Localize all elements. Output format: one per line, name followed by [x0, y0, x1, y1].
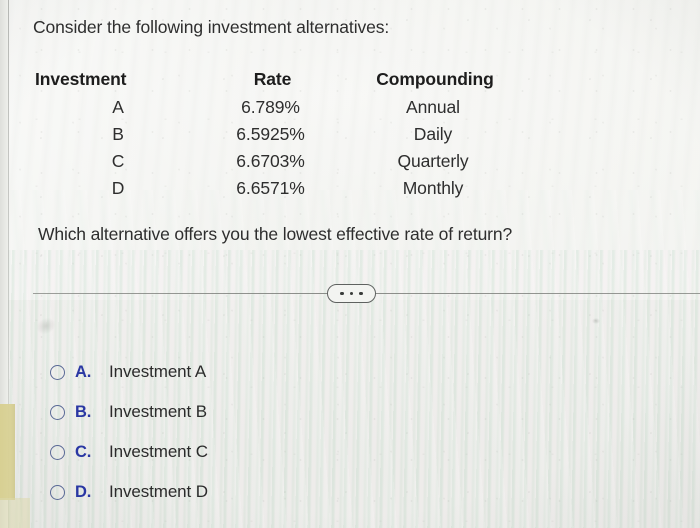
option-d[interactable]: D. Investment D — [50, 472, 208, 512]
option-letter: C. — [75, 442, 92, 461]
radio-button-icon[interactable] — [50, 444, 65, 460]
answer-options: A. Investment A B. Investment B C. Inves… — [50, 352, 208, 512]
option-a[interactable]: A. Investment A — [50, 352, 208, 392]
cell-rate: 6.5925% — [236, 124, 305, 144]
cell-investment: D — [111, 178, 125, 198]
option-letter: D. — [75, 482, 92, 501]
cell-investment: B — [112, 124, 124, 144]
cell-compounding: Quarterly — [397, 151, 469, 171]
cell-compounding: Monthly — [402, 178, 464, 198]
radio-button-icon[interactable] — [50, 484, 65, 500]
radio-button-icon[interactable] — [50, 364, 65, 380]
question-text: Which alternative offers you the lowest … — [38, 224, 513, 244]
ellipsis-dot-3 — [359, 291, 363, 296]
question-content: Consider the following investment altern… — [0, 0, 700, 528]
cell-compounding: Daily — [413, 124, 453, 144]
cell-rate: 6.6571% — [236, 178, 305, 198]
ellipsis-dot-1 — [340, 291, 344, 296]
table-header-investment: Investment — [35, 68, 127, 89]
table-header-row: Investment Rate Compounding — [33, 64, 553, 94]
option-c[interactable]: C. Investment C — [50, 432, 208, 472]
table-row: D 6.6571% Monthly — [33, 175, 553, 202]
prompt-text: Consider the following investment altern… — [33, 17, 390, 37]
option-letter: B. — [75, 402, 92, 421]
cell-rate: 6.6703% — [236, 151, 305, 171]
table-row: B 6.5925% Daily — [33, 121, 553, 148]
cell-compounding: Annual — [406, 97, 460, 117]
cell-investment: C — [111, 151, 125, 171]
option-label: Investment C — [109, 442, 208, 461]
table-row: A 6.789% Annual — [33, 94, 553, 121]
table-header-rate: Rate — [253, 68, 292, 89]
screenshot-root: Consider the following investment altern… — [0, 0, 700, 528]
option-label: Investment D — [109, 482, 208, 501]
ellipsis-dot-2 — [349, 291, 354, 296]
table-header-compounding: Compounding — [376, 68, 494, 89]
option-b[interactable]: B. Investment B — [50, 392, 208, 432]
option-letter: A. — [75, 362, 92, 381]
cell-investment: A — [112, 97, 124, 117]
investment-table: Investment Rate Compounding A 6.789% Ann… — [33, 64, 553, 202]
option-label: Investment A — [109, 362, 207, 381]
radio-button-icon[interactable] — [50, 404, 65, 420]
cell-rate: 6.789% — [241, 97, 300, 117]
option-label: Investment B — [109, 402, 208, 421]
table-row: C 6.6703% Quarterly — [33, 148, 553, 175]
ellipsis-icon[interactable] — [327, 284, 376, 303]
